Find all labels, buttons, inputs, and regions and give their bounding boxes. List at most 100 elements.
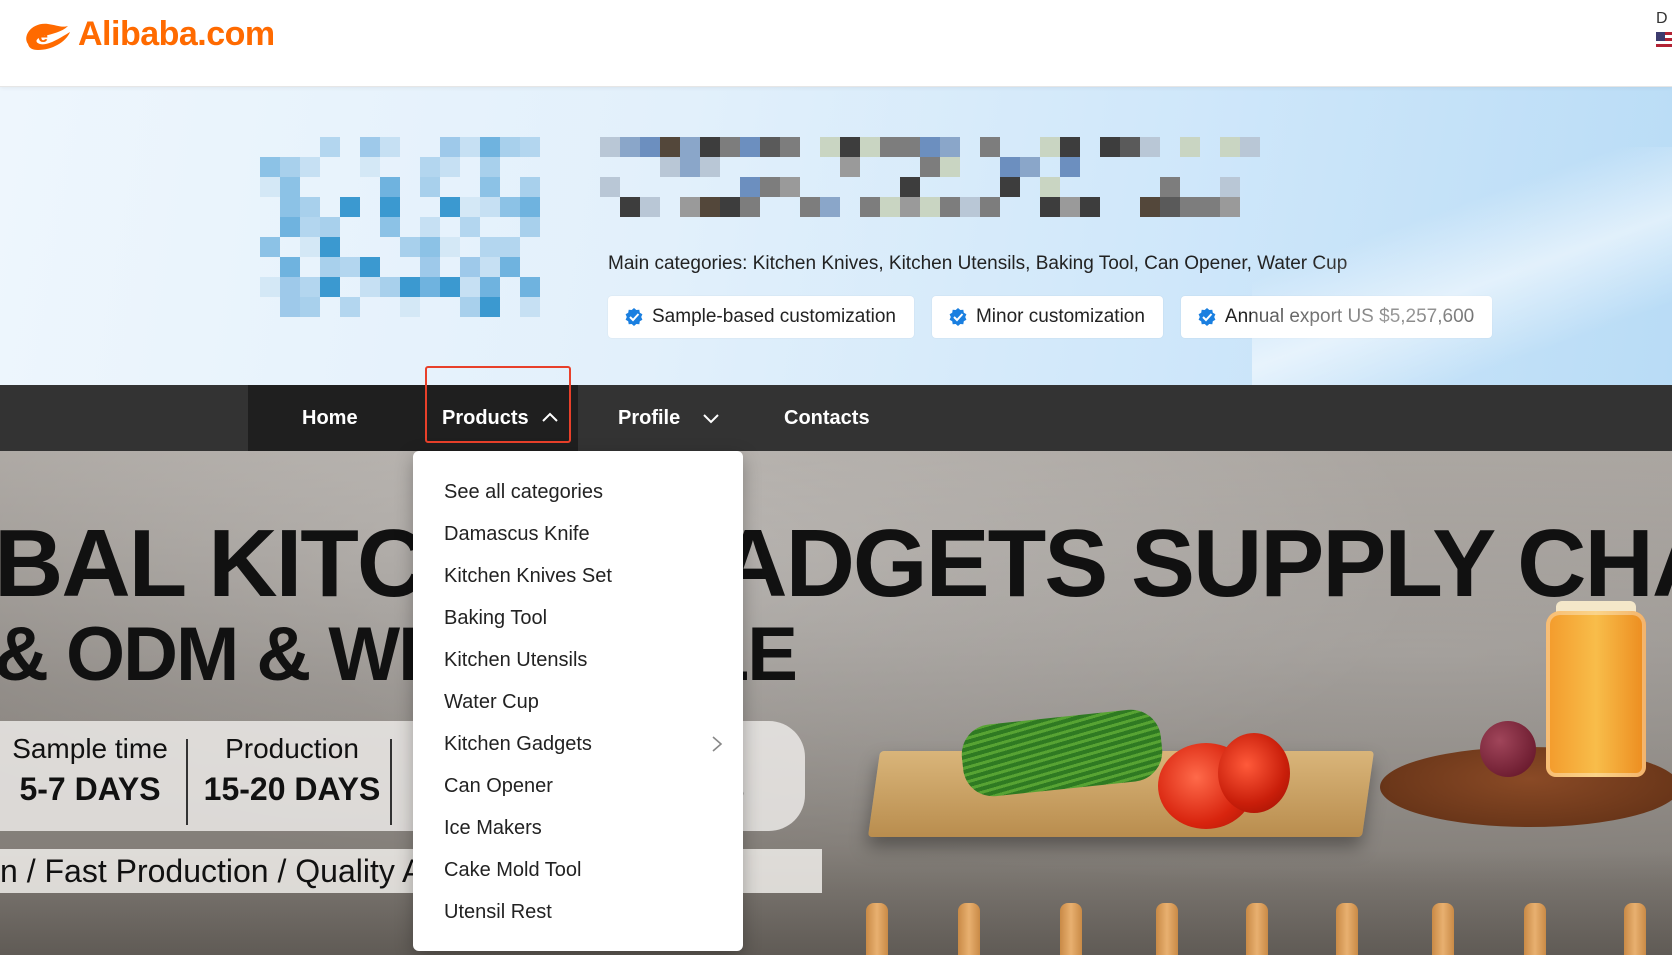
pixel-block (280, 157, 300, 177)
pixel-block (500, 237, 520, 257)
pixel-block (680, 197, 700, 217)
menu-item-ice-makers[interactable]: Ice Makers (413, 807, 743, 849)
pixel-block (340, 277, 360, 297)
pixel-block (1000, 137, 1020, 157)
pixel-block (880, 157, 900, 177)
pixel-block (780, 197, 800, 217)
menu-item-label: Kitchen Gadgets (444, 733, 592, 755)
pixel-block (280, 237, 300, 257)
pixel-block (1080, 197, 1100, 217)
pixel-block (600, 157, 620, 177)
pixel-block (340, 217, 360, 237)
menu-item-water-cup[interactable]: Water Cup (413, 681, 743, 723)
pixel-block (320, 217, 340, 237)
pixel-block (740, 157, 760, 177)
pixel-block (520, 217, 540, 237)
pixel-block (620, 197, 640, 217)
alibaba-logo[interactable]: e Alibaba.com (22, 14, 275, 54)
pixel-block (800, 157, 820, 177)
pixel-block (260, 197, 280, 217)
pixel-block (980, 157, 1000, 177)
badge-annual-export: Annual export US $5,257,600 (1180, 296, 1493, 338)
menu-item-can-opener[interactable]: Can Opener (413, 765, 743, 807)
pixel-block (920, 177, 940, 197)
pixel-block (380, 157, 400, 177)
chevron-up-icon (541, 412, 558, 422)
menu-item-baking-tool[interactable]: Baking Tool (413, 597, 743, 639)
pixel-block (360, 137, 380, 157)
top-header: e Alibaba.com D (0, 0, 1672, 87)
menu-item-kitchen-gadgets[interactable]: Kitchen Gadgets (413, 723, 743, 765)
pixel-block (400, 297, 420, 317)
pixel-block (760, 137, 780, 157)
pixel-block (1140, 157, 1160, 177)
logo-text: Alibaba.com (78, 14, 275, 53)
pixel-block (1040, 197, 1060, 217)
pixel-block (460, 257, 480, 277)
stat-value: 5-7 DAYS (19, 771, 161, 807)
pixel-block (1120, 137, 1140, 157)
pixel-block (360, 277, 380, 297)
menu-item-utensil-rest[interactable]: Utensil Rest (413, 891, 743, 933)
pixel-block (380, 237, 400, 257)
pixel-block (400, 257, 420, 277)
wooden-handle (1336, 903, 1358, 955)
pixel-block (940, 177, 960, 197)
pixel-block (700, 157, 720, 177)
pixel-block (420, 237, 440, 257)
language-selector[interactable]: D (1656, 10, 1672, 60)
pixel-block (760, 177, 780, 197)
juice-jar (1546, 611, 1646, 777)
pixel-block (520, 257, 540, 277)
nav-home[interactable]: Home (302, 385, 358, 451)
stat-value: 15-20 DAYS (203, 771, 381, 807)
chevron-right-icon (712, 736, 723, 752)
badge-minor-customization: Minor customization (931, 296, 1163, 338)
pixel-block (1200, 137, 1220, 157)
pixel-block (460, 157, 480, 177)
menu-item-damascus-knife[interactable]: Damascus Knife (413, 513, 743, 555)
pixel-block (500, 217, 520, 237)
pixel-block (960, 177, 980, 197)
pixel-block (1080, 137, 1100, 157)
pixel-block (900, 177, 920, 197)
wooden-handle (958, 903, 980, 955)
pixel-block (1020, 197, 1040, 217)
pixel-block (320, 297, 340, 317)
menu-item-cake-mold-tool[interactable]: Cake Mold Tool (413, 849, 743, 891)
badge-label: Sample-based customization (652, 306, 896, 327)
pixel-block (1120, 177, 1140, 197)
pixel-block (280, 137, 300, 157)
pixel-block (640, 137, 660, 157)
supplier-banner: Main categories: Kitchen Knives, Kitchen… (0, 87, 1672, 385)
pixel-block (680, 177, 700, 197)
pixel-block (480, 237, 500, 257)
pixel-block (780, 137, 800, 157)
capability-badges: Sample-based customization Minor customi… (608, 296, 1493, 338)
menu-item-kitchen-knives-set[interactable]: Kitchen Knives Set (413, 555, 743, 597)
verified-icon (625, 308, 643, 326)
tomato-half (1218, 733, 1290, 813)
nav-profile[interactable]: Profile (618, 385, 720, 451)
pixel-block (440, 197, 460, 217)
us-flag-icon (1656, 32, 1672, 50)
pixel-block (1160, 177, 1180, 197)
pixel-block (600, 197, 620, 217)
pixel-block (360, 177, 380, 197)
menu-item-see-all-categories[interactable]: See all categories (413, 471, 743, 513)
supplier-logo-blurred (260, 137, 540, 317)
menu-item-kitchen-utensils[interactable]: Kitchen Utensils (413, 639, 743, 681)
pixel-block (300, 297, 320, 317)
pixel-block (1220, 137, 1240, 157)
pixel-block (600, 177, 620, 197)
pixel-block (880, 137, 900, 157)
pixel-block (420, 197, 440, 217)
pixel-block (660, 157, 680, 177)
nav-products[interactable]: Products (442, 385, 559, 451)
pixel-block (300, 157, 320, 177)
pixel-block (740, 177, 760, 197)
hero-banner[interactable]: BAL KITCHEN GADGETS SUPPLY CHAIN & ODM &… (0, 451, 1672, 955)
nav-contacts[interactable]: Contacts (784, 385, 870, 451)
pixel-block (460, 297, 480, 317)
pixel-block (300, 277, 320, 297)
